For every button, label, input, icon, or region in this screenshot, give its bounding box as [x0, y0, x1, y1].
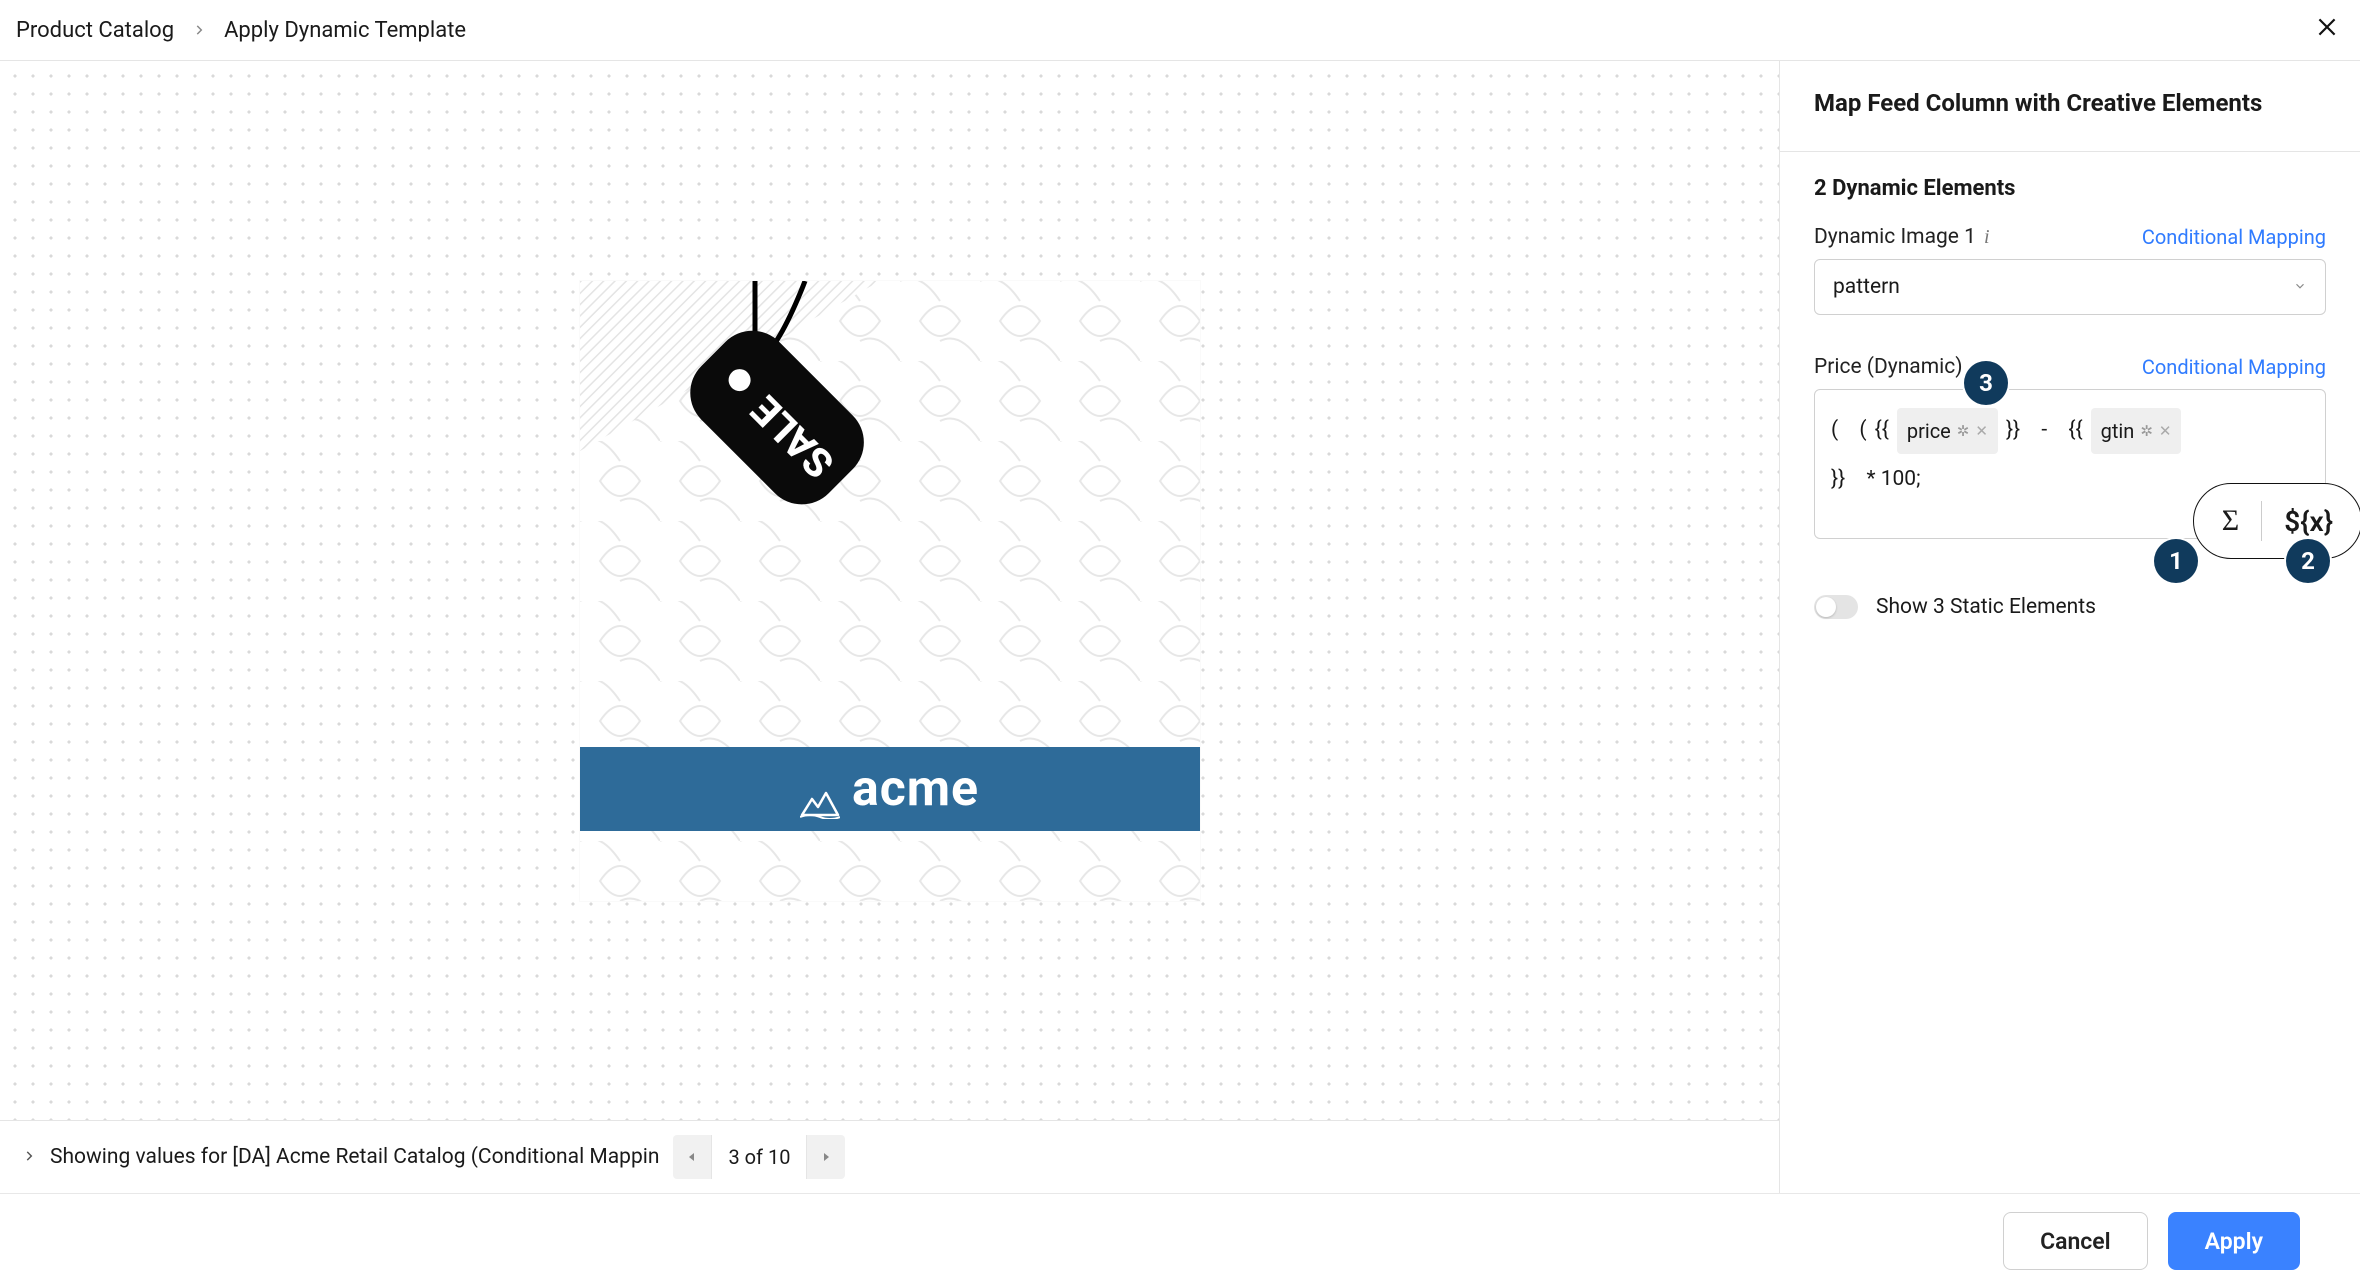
field-row-price: Price (Dynamic) Conditional Mapping	[1814, 355, 2326, 379]
breadcrumb: Product Catalog Apply Dynamic Template	[16, 18, 466, 43]
creative-preview: SALE acme	[580, 281, 1200, 901]
status-text: Showing values for [DA] Acme Retail Cata…	[50, 1145, 659, 1169]
label-text: Dynamic Image 1	[1814, 225, 1976, 249]
apply-button[interactable]: Apply	[2168, 1212, 2300, 1270]
divider	[2261, 501, 2262, 541]
expr-text: {{	[2068, 411, 2082, 451]
token-label: price	[1907, 412, 1951, 450]
close-icon[interactable]	[2314, 14, 2340, 46]
canvas-viewport[interactable]: SALE acme	[0, 61, 1779, 1120]
expr-text: }}	[2006, 411, 2020, 451]
static-elements-switch[interactable]	[1814, 595, 1858, 619]
variable-button[interactable]: ${x}	[2284, 505, 2333, 538]
conditional-mapping-link[interactable]: Conditional Mapping	[2142, 225, 2326, 249]
info-icon[interactable]: i	[1984, 226, 1990, 249]
sigma-button[interactable]: Σ	[2222, 504, 2239, 538]
field-label: Dynamic Image 1 i	[1814, 225, 1990, 249]
expr-text: -	[2041, 411, 2047, 451]
section-title: 2 Dynamic Elements	[1814, 176, 2326, 201]
expr-text: (	[1859, 411, 1866, 451]
token-label: gtin	[2101, 412, 2135, 450]
expr-text: (	[1831, 411, 1838, 451]
label-text: Price (Dynamic)	[1814, 355, 1963, 379]
chevron-down-icon	[2293, 278, 2307, 297]
breadcrumb-item-2: Apply Dynamic Template	[224, 18, 466, 43]
select-value: pattern	[1833, 275, 1900, 299]
expr-text: {{	[1875, 411, 1889, 451]
panel-title: Map Feed Column with Creative Elements	[1814, 89, 2326, 117]
chevron-right-icon	[192, 18, 206, 43]
expr-text: * 100;	[1866, 460, 1920, 500]
expr-text: }}	[1831, 460, 1845, 500]
expression-block: ( ( {{ price ✲ ✕ }} - {{ gtin	[1814, 389, 2326, 539]
token-gtin[interactable]: gtin ✲ ✕	[2091, 408, 2182, 454]
expression-toolbox: Σ ${x}	[2193, 483, 2360, 559]
brand-bar: acme	[580, 747, 1200, 831]
annotation-bubble-3: 3	[1964, 361, 2008, 405]
pager-value: 3 of 10	[711, 1135, 807, 1179]
header: Product Catalog Apply Dynamic Template	[0, 0, 2360, 61]
pager-prev-button[interactable]	[673, 1135, 711, 1179]
annotation-bubble-2: 2	[2286, 539, 2330, 583]
canvas-area: SALE acme Showing values for [DA] Acme R…	[0, 61, 1780, 1193]
static-elements-toggle-row: Show 3 Static Elements	[1814, 595, 2326, 619]
mountain-icon	[800, 774, 840, 804]
footer: Cancel Apply	[0, 1193, 2360, 1288]
pattern-select[interactable]: pattern	[1814, 259, 2326, 315]
pager-next-button[interactable]	[807, 1135, 845, 1179]
canvas-status-bar: Showing values for [DA] Acme Retail Cata…	[0, 1120, 1779, 1193]
sale-tag-icon: SALE	[640, 281, 940, 581]
field-row-image: Dynamic Image 1 i Conditional Mapping	[1814, 225, 2326, 249]
token-remove-icon[interactable]: ✕	[2159, 417, 2172, 446]
gear-icon[interactable]: ✲	[2140, 417, 2153, 446]
breadcrumb-item-1[interactable]: Product Catalog	[16, 18, 174, 43]
annotation-bubble-1: 1	[2154, 539, 2198, 583]
divider	[1780, 151, 2360, 152]
static-elements-label: Show 3 Static Elements	[1876, 595, 2096, 619]
field-label: Price (Dynamic)	[1814, 355, 1963, 379]
token-price[interactable]: price ✲ ✕	[1897, 408, 1998, 454]
conditional-mapping-link[interactable]: Conditional Mapping	[2142, 355, 2326, 379]
pager: 3 of 10	[673, 1135, 845, 1179]
chevron-right-icon[interactable]	[22, 1147, 36, 1168]
gear-icon[interactable]: ✲	[1957, 417, 1970, 446]
brand-text: acme	[852, 760, 979, 818]
token-remove-icon[interactable]: ✕	[1975, 417, 1988, 446]
cancel-button[interactable]: Cancel	[2003, 1212, 2148, 1270]
side-panel: Map Feed Column with Creative Elements 2…	[1780, 61, 2360, 1193]
